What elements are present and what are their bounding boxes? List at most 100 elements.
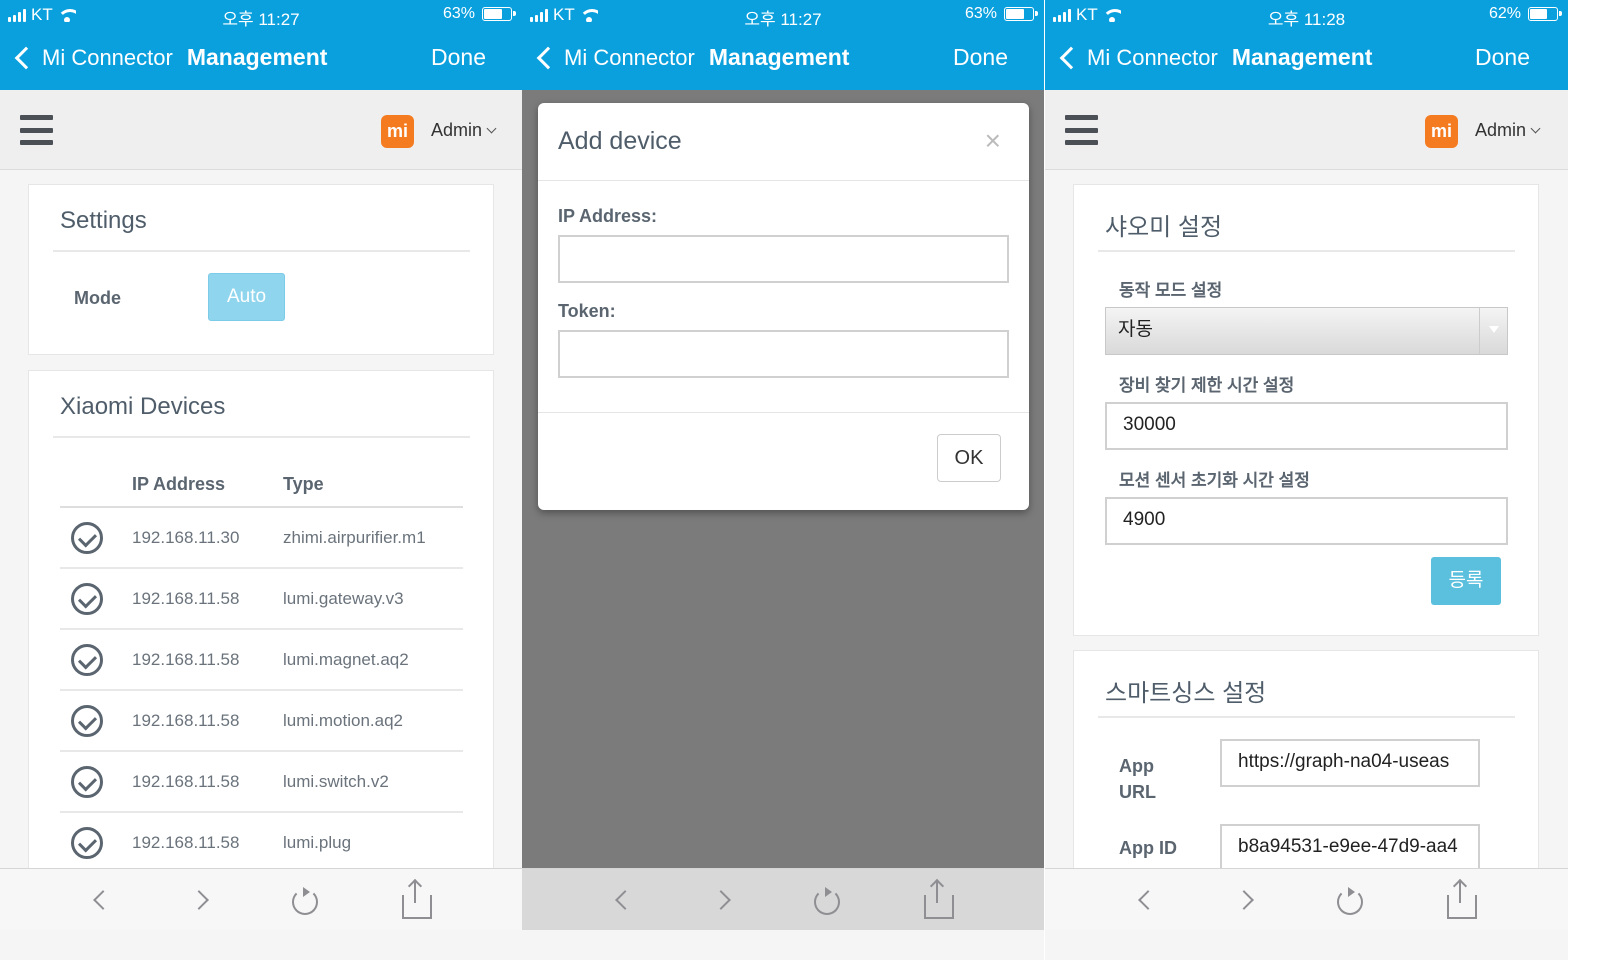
back-button[interactable]: Mi Connector Management: [534, 44, 849, 71]
app-header: mi Admin: [1045, 90, 1568, 170]
admin-menu[interactable]: Admin: [1475, 120, 1541, 141]
share-icon[interactable]: [924, 878, 954, 919]
divider: [53, 436, 470, 438]
reload-icon[interactable]: [1335, 885, 1363, 915]
app-url-label: App URL: [1119, 756, 1156, 802]
check-circle-icon: [71, 582, 103, 615]
column-header-type: Type: [283, 463, 463, 508]
ip-address-input[interactable]: [558, 235, 1009, 283]
battery-icon: [482, 7, 516, 21]
done-button[interactable]: Done: [953, 44, 1008, 71]
table-row[interactable]: 192.168.11.58 lumi.gateway.v3: [60, 568, 463, 630]
browser-forward-icon[interactable]: [710, 885, 736, 915]
reload-icon[interactable]: [290, 885, 318, 915]
mode-auto-button[interactable]: Auto: [208, 273, 285, 321]
battery-percent: 63%: [964, 5, 997, 22]
device-type: lumi.magnet.aq2: [283, 629, 463, 691]
phone-screen-korean-settings: KT 오후 11:28 62% Mi Connector Management …: [1045, 0, 1568, 960]
devices-card: Xiaomi Devices IP Address Type 192.168.1…: [28, 370, 494, 890]
browser-back-icon[interactable]: [88, 885, 114, 915]
device-type: zhimi.airpurifier.m1: [283, 507, 463, 569]
browser-back-icon[interactable]: [610, 885, 636, 915]
admin-menu[interactable]: Admin: [431, 120, 497, 141]
app-id-input[interactable]: b8a94531-e9ee-47d9-aa4: [1220, 824, 1480, 872]
battery-percent: 62%: [1488, 5, 1521, 22]
nav-title: Management: [708, 44, 850, 70]
device-type: lumi.motion.aq2: [283, 690, 463, 752]
back-label: Mi Connector: [1087, 44, 1218, 70]
nav-title: Management: [1231, 44, 1373, 70]
check-circle-icon: [71, 704, 103, 737]
token-input[interactable]: [558, 330, 1009, 378]
back-button[interactable]: Mi Connector Management: [12, 44, 327, 71]
battery-icon: [1004, 7, 1038, 21]
hamburger-menu-icon[interactable]: [20, 115, 53, 145]
back-chevron-icon: [536, 46, 560, 69]
navigation-bar: Mi Connector Management Done: [1045, 30, 1568, 90]
table-row[interactable]: 192.168.11.30 zhimi.airpurifier.m1: [60, 507, 463, 569]
motion-reset-input[interactable]: 4900: [1105, 497, 1508, 545]
device-ip: 192.168.11.58: [132, 812, 283, 874]
phone-screen-settings: KT 오후 11:27 63% Mi Connector Management …: [0, 0, 522, 960]
admin-label: Admin: [1475, 120, 1527, 140]
reload-icon[interactable]: [812, 885, 840, 915]
navigation-bar: Mi Connector Management Done: [0, 30, 522, 90]
search-timeout-label: 장비 찾기 제한 시간 설정: [1119, 376, 1295, 395]
table-row[interactable]: 192.168.11.58 lumi.motion.aq2: [60, 690, 463, 752]
mode-setting-label: 동작 모드 설정: [1119, 281, 1223, 300]
device-type: lumi.plug: [283, 812, 463, 874]
back-button[interactable]: Mi Connector Management: [1057, 44, 1372, 71]
modal-title: Add device: [558, 127, 682, 155]
settings-title: Settings: [60, 207, 147, 234]
share-icon[interactable]: [1447, 878, 1477, 919]
hamburger-menu-icon[interactable]: [1065, 115, 1098, 145]
divider: [1098, 716, 1515, 718]
share-icon[interactable]: [402, 878, 432, 919]
divider: [1098, 250, 1515, 252]
back-chevron-icon: [1059, 46, 1083, 69]
register-button[interactable]: 등록: [1431, 557, 1501, 605]
done-button[interactable]: Done: [1475, 44, 1530, 71]
device-type: lumi.switch.v2: [283, 751, 463, 813]
device-ip: 192.168.11.58: [132, 751, 283, 813]
chevron-down-icon: [486, 123, 497, 133]
column-header-ip: IP Address: [132, 463, 283, 508]
mode-select-value: 자동: [1118, 319, 1153, 340]
browser-back-icon[interactable]: [1133, 885, 1159, 915]
ok-button[interactable]: OK: [937, 434, 1001, 482]
column-header-status: [60, 463, 132, 508]
status-bar: KT 오후 11:27 63%: [522, 0, 1044, 30]
table-row[interactable]: 192.168.11.58 lumi.plug: [60, 812, 463, 874]
table-row[interactable]: 192.168.11.58 lumi.magnet.aq2: [60, 629, 463, 691]
check-circle-icon: [71, 521, 103, 554]
divider: [53, 250, 470, 252]
navigation-bar: Mi Connector Management Done: [522, 30, 1044, 90]
admin-label: Admin: [431, 120, 483, 140]
add-device-modal: Add device × IP Address: Token: OK: [538, 103, 1029, 510]
table-row[interactable]: 192.168.11.58 lumi.switch.v2: [60, 751, 463, 813]
done-button[interactable]: Done: [431, 44, 486, 71]
ip-address-label: IP Address:: [558, 206, 658, 226]
browser-forward-icon[interactable]: [188, 885, 214, 915]
app-url-input[interactable]: https://graph-na04-useas: [1220, 739, 1480, 787]
browser-toolbar: [1045, 868, 1568, 930]
search-timeout-input[interactable]: 30000: [1105, 402, 1508, 450]
device-ip: 192.168.11.58: [132, 629, 283, 691]
device-ip: 192.168.11.30: [132, 507, 283, 569]
phone-screen-add-device: KT 오후 11:27 63% Mi Connector Management …: [522, 0, 1044, 960]
dropdown-arrow-icon: [1479, 308, 1507, 354]
table-header-row: IP Address Type: [60, 463, 463, 508]
page-margin: [1568, 0, 1618, 960]
nav-title: Management: [186, 44, 328, 70]
browser-forward-icon[interactable]: [1233, 885, 1259, 915]
browser-toolbar: [0, 868, 522, 930]
device-ip: 192.168.11.58: [132, 690, 283, 752]
device-ip: 192.168.11.58: [132, 568, 283, 630]
motion-reset-label: 모션 센서 초기화 시간 설정: [1119, 471, 1310, 490]
check-circle-icon: [71, 765, 103, 798]
close-icon[interactable]: ×: [985, 125, 1001, 157]
check-circle-icon: [71, 826, 103, 859]
status-bar: KT 오후 11:28 62%: [1045, 0, 1568, 30]
browser-toolbar: [522, 868, 1044, 930]
mode-select[interactable]: 자동: [1105, 307, 1508, 355]
